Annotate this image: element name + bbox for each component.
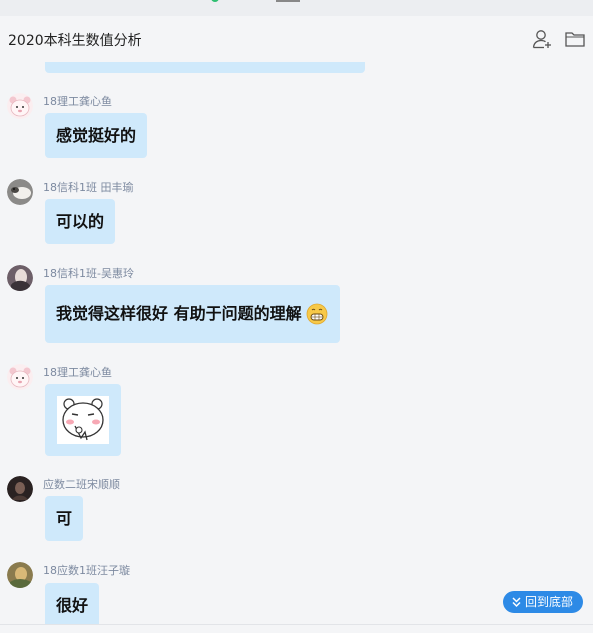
sender-name: 18信科1班-吴惠玲 (43, 267, 134, 280)
bear-sticker-icon (57, 396, 109, 444)
sender-name: 18信科1班 田丰瑜 (43, 181, 134, 194)
message-bubble[interactable]: 很好 (45, 583, 100, 624)
sender-name: 18理工龚心鱼 (43, 95, 112, 108)
sender-name: 18应数1班汪子璇 (43, 564, 130, 577)
pet-avatar-icon[interactable] (7, 179, 33, 205)
message-bubble[interactable]: 可 (45, 496, 84, 541)
sender-name: 应数二班宋顺顺 (43, 478, 120, 491)
message-bubble[interactable]: 我觉得这样很好 有助于问题的理解 (45, 285, 340, 343)
double-chevron-down-icon (512, 597, 521, 608)
message-bubble[interactable]: 可以的 (45, 199, 116, 244)
sender-name: 18理工龚心鱼 (43, 366, 112, 379)
scenery-avatar-icon[interactable] (7, 562, 33, 588)
top-status-strip (0, 0, 593, 16)
sticker-bubble[interactable] (45, 384, 121, 456)
group-title: 2020本科生数值分析 (8, 33, 142, 49)
scroll-to-bottom-button[interactable]: 回到底部 (503, 591, 583, 613)
drag-handle-icon (276, 0, 300, 2)
bear-avatar-icon[interactable] (7, 364, 33, 390)
portrait-avatar-icon[interactable] (7, 265, 33, 291)
status-dot-icon (211, 0, 219, 2)
message-list[interactable]: 18理工龚心鱼 感觉挺好的 18信科1班 田丰瑜 可以的 18信科1班-吴惠玲 … (0, 62, 593, 624)
message-bubble[interactable]: 感觉挺好的 (45, 113, 148, 158)
bear-avatar-icon[interactable] (7, 93, 33, 119)
scroll-to-bottom-label: 回到底部 (525, 595, 574, 609)
folder-icon[interactable] (564, 29, 586, 49)
message-text: 我觉得这样很好 有助于问题的理解 (56, 304, 302, 323)
previous-message-bubble (45, 62, 365, 73)
add-member-icon[interactable] (532, 29, 554, 49)
chat-header: 2020本科生数值分析 (0, 16, 593, 62)
dark-portrait-avatar-icon[interactable] (7, 476, 33, 502)
grin-emoji-icon (306, 303, 327, 325)
